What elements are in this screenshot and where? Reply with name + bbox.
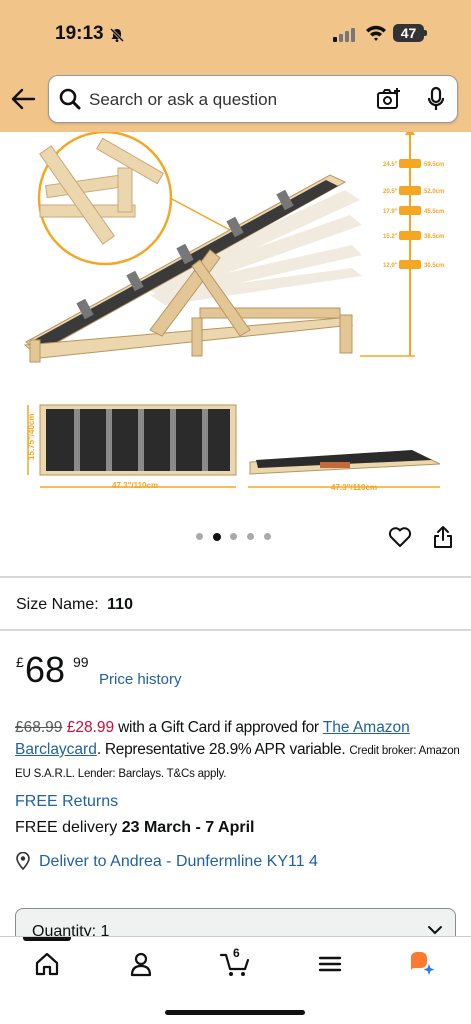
- carousel-dot[interactable]: [230, 533, 237, 540]
- height-cm-3: 45.5cm: [424, 209, 444, 215]
- active-tab-indicator: [23, 937, 71, 941]
- search-input[interactable]: Search or ask a question: [89, 90, 277, 110]
- carousel-dot-active[interactable]: [213, 532, 221, 541]
- height-label-3: 17.9": [383, 209, 398, 215]
- height-label-1: 24.5": [383, 162, 398, 168]
- menu-icon[interactable]: [316, 950, 344, 978]
- price-history-link[interactable]: Price history: [99, 671, 182, 688]
- price-fraction: 99: [73, 654, 89, 670]
- home-icon[interactable]: [33, 950, 61, 978]
- size-label: Size Name:: [16, 596, 99, 613]
- rufus-assistant-icon[interactable]: [408, 950, 436, 978]
- free-returns-link[interactable]: FREE Returns: [15, 793, 118, 811]
- height-cm-5: 30.5cm: [424, 263, 444, 269]
- gift-card-offer: £68.99 £28.99 with a Gift Card if approv…: [15, 717, 460, 785]
- signal-icon: [333, 26, 357, 42]
- bell-muted-icon: [109, 27, 125, 43]
- height-cm-4: 38.5cm: [424, 234, 444, 240]
- cart-count-badge: 6: [233, 946, 240, 960]
- location-pin-icon: [16, 852, 30, 870]
- dim-width-label: 15.75"/40cm: [27, 414, 36, 461]
- status-time: 19:13: [55, 23, 104, 44]
- height-label-4: 15.2": [383, 234, 398, 240]
- search-icon: [59, 88, 81, 110]
- divider: [0, 629, 471, 631]
- delivery-dates: 23 March - 7 April: [121, 819, 255, 836]
- microphone-icon[interactable]: [427, 86, 445, 112]
- size-selector[interactable]: Size Name: 110: [16, 596, 133, 614]
- was-price: £68.99: [15, 719, 63, 736]
- deliver-to-link[interactable]: Deliver to Andrea - Dunfermline KY11 4: [39, 853, 318, 871]
- height-label-2: 20.5": [383, 189, 398, 195]
- apr-text: . Representative 28.9% APR variable.: [96, 741, 350, 758]
- size-value: 110: [107, 596, 133, 613]
- chevron-down-icon: [428, 926, 442, 935]
- camera-search-icon[interactable]: [376, 87, 402, 111]
- height-label-5: 12.0": [383, 263, 398, 269]
- price-symbol: £: [16, 654, 24, 670]
- status-bar: 19:13 47: [0, 0, 471, 68]
- offer-text: with a Gift Card if approved for: [114, 719, 323, 736]
- share-icon[interactable]: [433, 525, 453, 549]
- carousel-dot[interactable]: [247, 533, 254, 540]
- carousel-dot[interactable]: [264, 533, 271, 540]
- home-indicator: [165, 1010, 305, 1015]
- divider: [0, 576, 471, 578]
- dim-length-top: 47.3"/110cm: [112, 481, 158, 490]
- offer-price: £28.99: [66, 719, 115, 736]
- height-cm-2: 52.0cm: [424, 189, 444, 195]
- search-bar[interactable]: Search or ask a question: [48, 75, 458, 123]
- carousel-dot[interactable]: [196, 533, 203, 540]
- heart-icon[interactable]: [388, 526, 412, 548]
- back-arrow-icon[interactable]: [10, 86, 38, 112]
- delivery-info: FREE delivery 23 March - 7 April: [15, 819, 254, 837]
- free-delivery-label: FREE delivery: [15, 819, 122, 836]
- battery-level: 47: [400, 25, 417, 41]
- price-whole: 68: [25, 649, 66, 690]
- wifi-icon: [366, 25, 386, 41]
- height-cm-1: 59.5cm: [424, 162, 444, 168]
- product-image: 24.5" 59.5cm 20.5" 52.0cm 17.9" 45.5cm 1…: [23, 132, 444, 492]
- product-image-gallery[interactable]: 24.5" 59.5cm 20.5" 52.0cm 17.9" 45.5cm 1…: [0, 132, 471, 512]
- dim-length-side: 47.3"/110cm: [331, 483, 377, 492]
- account-icon[interactable]: [127, 950, 155, 978]
- battery-icon: 47: [393, 24, 427, 42]
